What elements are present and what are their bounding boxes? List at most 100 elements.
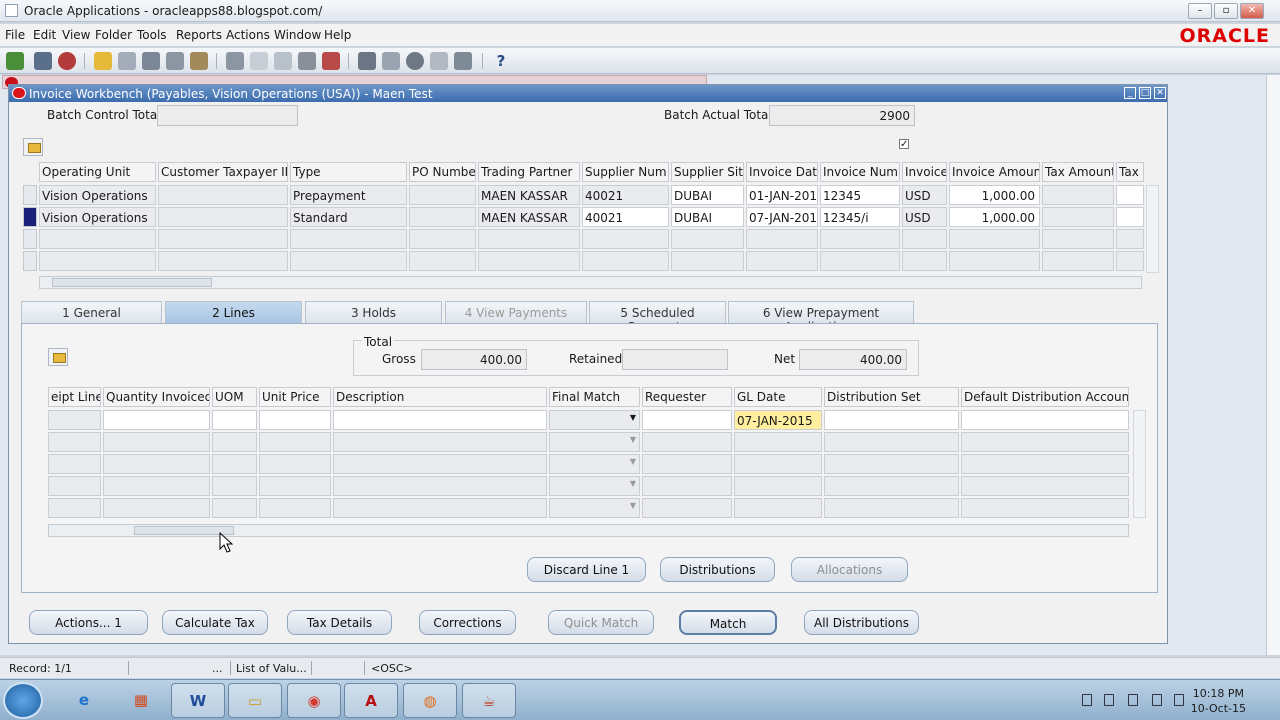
chevron-down-icon[interactable]: ▼ (630, 457, 636, 466)
line-cell-receipt-line[interactable] (48, 498, 101, 518)
clear-record-icon[interactable] (298, 52, 316, 70)
firefox-icon[interactable]: ◍ (403, 683, 457, 718)
line-cell-gl-date[interactable]: 07-JAN-2015 (734, 410, 822, 430)
tray-action-center-icon[interactable] (1128, 694, 1138, 706)
line-cell-gl-date[interactable] (734, 498, 822, 518)
cell-customer-taxpayer-id[interactable] (158, 185, 288, 205)
line-cell-distribution-set[interactable] (824, 454, 959, 474)
acrobat-icon[interactable]: A (344, 683, 398, 718)
net-field[interactable]: 400.00 (799, 349, 907, 370)
java-icon[interactable]: ☕ (462, 683, 516, 718)
menu-folder[interactable]: Folder (95, 28, 132, 42)
line-cell-description[interactable] (333, 476, 547, 496)
tab-lines[interactable]: 2 Lines (165, 301, 302, 323)
line-cell-final-match[interactable]: ▼ (549, 454, 640, 474)
find-icon[interactable] (34, 52, 52, 70)
minimize-button[interactable]: – (1188, 3, 1212, 19)
retained-field[interactable] (622, 349, 728, 370)
right-scroll-strip[interactable] (1266, 75, 1280, 655)
line-cell-uom[interactable] (212, 454, 257, 474)
line-cell-receipt-line[interactable] (48, 432, 101, 452)
line-cell-distribution-set[interactable] (824, 432, 959, 452)
cell-trading-partner[interactable] (478, 251, 580, 271)
cell-tax-c[interactable] (1116, 207, 1144, 227)
form-minimize-button[interactable]: _ (1124, 87, 1136, 99)
cell-type[interactable]: Prepayment (290, 185, 407, 205)
chrome-icon[interactable]: ◉ (287, 683, 341, 718)
line-cell-requester[interactable] (642, 498, 732, 518)
line-cell-receipt-line[interactable] (48, 410, 101, 430)
chevron-down-icon[interactable]: ▼ (630, 501, 636, 510)
cell-type[interactable]: Standard (290, 207, 407, 227)
line-cell-default-distribution-account[interactable] (961, 498, 1129, 518)
save-icon[interactable] (118, 52, 136, 70)
line-cell-quantity-invoiced[interactable] (103, 410, 210, 430)
line-cell-requester[interactable] (642, 432, 732, 452)
line-cell-description[interactable] (333, 498, 547, 518)
navigator-icon[interactable] (58, 52, 76, 70)
tray-settings-icon[interactable] (1174, 694, 1184, 706)
line-cell-gl-date[interactable] (734, 476, 822, 496)
tray-volume-icon[interactable] (1152, 694, 1162, 706)
menu-help[interactable]: Help (324, 28, 351, 42)
gross-field[interactable]: 400.00 (421, 349, 527, 370)
cell-operating-unit[interactable]: Vision Operations (39, 207, 156, 227)
line-cell-uom[interactable] (212, 498, 257, 518)
cell-operating-unit[interactable] (39, 229, 156, 249)
line-cell-final-match[interactable]: ▼ (549, 410, 640, 430)
cell-tax-amount[interactable] (1042, 185, 1114, 205)
cell-invoice-num[interactable]: 12345 (820, 185, 900, 205)
cell-invoice-amount[interactable]: 1,000.00 (949, 207, 1040, 227)
line-cell-quantity-invoiced[interactable] (103, 476, 210, 496)
cell-tax-c[interactable] (1116, 185, 1144, 205)
all-distributions-button[interactable]: All Distributions (804, 610, 919, 635)
line-cell-description[interactable] (333, 454, 547, 474)
cell-supplier-site[interactable]: DUBAI (671, 207, 744, 227)
lines-vertical-scrollbar[interactable] (1133, 410, 1146, 518)
tax-details-button[interactable]: Tax Details (287, 610, 392, 635)
menu-actions[interactable]: Actions (226, 28, 270, 42)
form-close-button[interactable]: ✕ (1154, 87, 1166, 99)
distributions-button[interactable]: Distributions (660, 557, 775, 582)
maximize-button[interactable]: ▫ (1214, 3, 1238, 19)
line-cell-unit-price[interactable] (259, 410, 331, 430)
line-cell-default-distribution-account[interactable] (961, 476, 1129, 496)
cell-supplier-num[interactable] (582, 251, 669, 271)
invoice-folder-icon[interactable] (23, 138, 43, 156)
line-cell-unit-price[interactable] (259, 498, 331, 518)
cell-trading-partner[interactable]: MAEN KASSAR (478, 207, 580, 227)
cell-supplier-num[interactable]: 40021 (582, 207, 669, 227)
cell-customer-taxpayer-id[interactable] (158, 207, 288, 227)
cell-invoice-currency[interactable]: USD (902, 207, 947, 227)
calculate-tax-button[interactable]: Calculate Tax (162, 610, 268, 635)
menu-edit[interactable]: Edit (33, 28, 56, 42)
print-icon[interactable] (166, 52, 184, 70)
invoice-checkbox[interactable]: ✓ (899, 139, 909, 150)
cell-invoice-num[interactable] (820, 229, 900, 249)
cell-customer-taxpayer-id[interactable] (158, 251, 288, 271)
cell-tax-c[interactable] (1116, 251, 1144, 271)
cell-tax-c[interactable] (1116, 229, 1144, 249)
word-icon[interactable]: W (171, 683, 225, 718)
cell-supplier-site[interactable]: DUBAI (671, 185, 744, 205)
line-cell-default-distribution-account[interactable] (961, 432, 1129, 452)
lines-folder-icon[interactable] (48, 348, 68, 366)
chevron-down-icon[interactable]: ▼ (630, 479, 636, 488)
cell-po-number[interactable] (409, 229, 476, 249)
menu-reports[interactable]: Reports (176, 28, 222, 42)
open-folder-icon[interactable] (94, 52, 112, 70)
line-cell-unit-price[interactable] (259, 476, 331, 496)
batch-actual-total-field[interactable]: 2900 (769, 105, 915, 126)
line-cell-receipt-line[interactable] (48, 476, 101, 496)
line-cell-distribution-set[interactable] (824, 498, 959, 518)
line-cell-distribution-set[interactable] (824, 410, 959, 430)
cell-tax-amount[interactable] (1042, 229, 1114, 249)
tray-network-icon[interactable] (1104, 694, 1114, 706)
menu-view[interactable]: View (62, 28, 90, 42)
line-cell-gl-date[interactable] (734, 432, 822, 452)
chevron-down-icon[interactable]: ▼ (630, 413, 636, 422)
match-button[interactable]: Match (679, 610, 777, 635)
cut-icon[interactable] (226, 52, 244, 70)
close-window-button[interactable]: ✕ (1240, 3, 1264, 19)
menu-tools[interactable]: Tools (137, 28, 167, 42)
